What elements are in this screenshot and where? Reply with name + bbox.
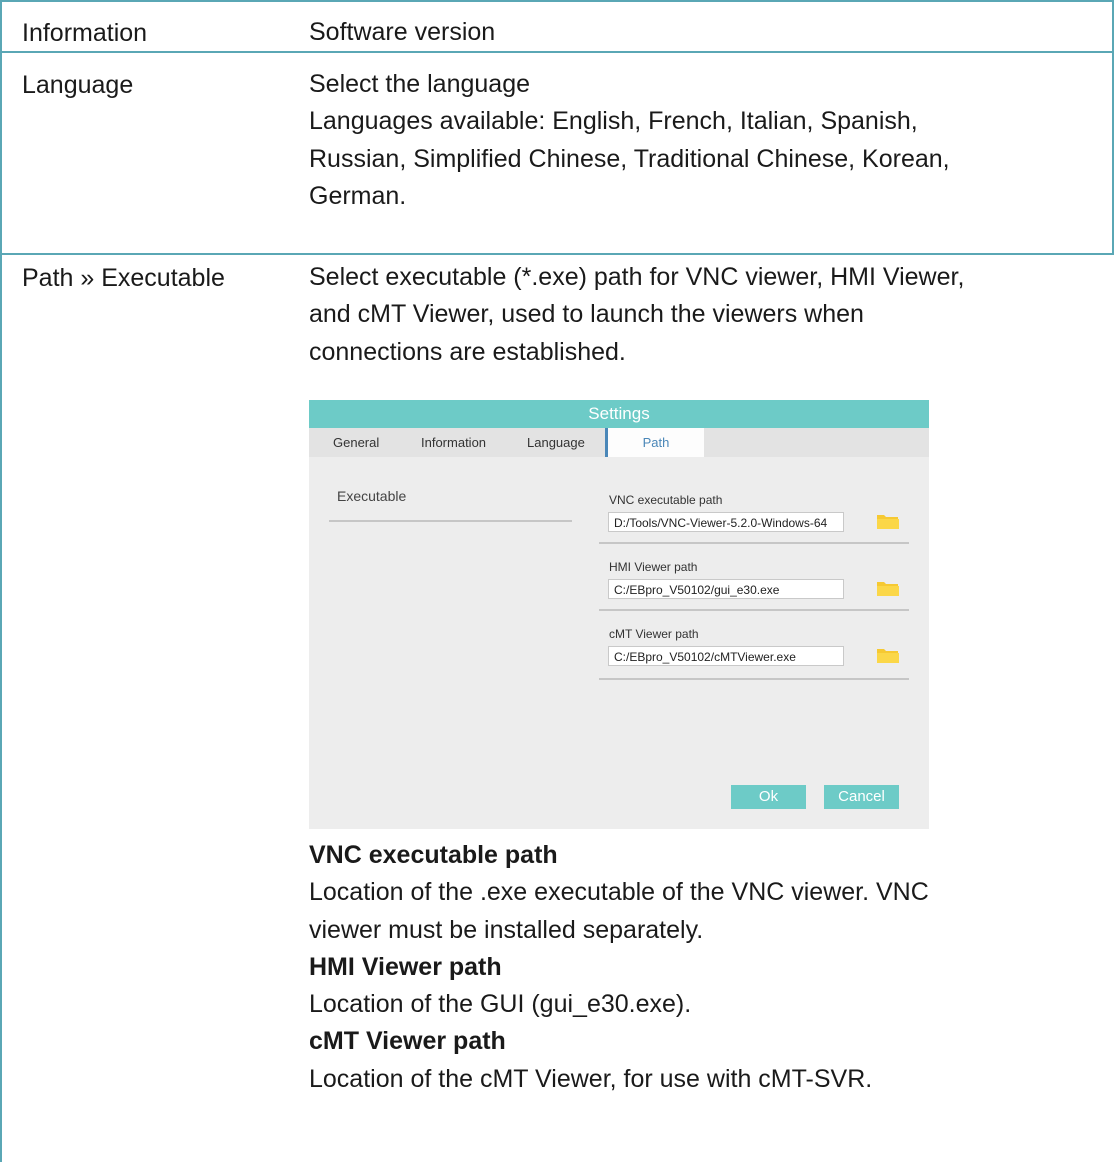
table-border-left [0, 0, 2, 1162]
tab-language[interactable]: Language [527, 428, 585, 457]
vnc-path-input[interactable]: D:/Tools/VNC-Viewer-5.2.0-Windows-64 [608, 512, 844, 532]
text-line: Location of the .exe executable of the V… [309, 878, 929, 907]
hmi-path-label: HMI Viewer path [609, 560, 698, 574]
field-divider [599, 542, 909, 544]
dialog-tab-bar: General Information Language Path [309, 428, 929, 457]
text-line: Software version [309, 18, 496, 46]
dialog-title: Settings [309, 400, 929, 428]
detail-heading-vnc: VNC executable path [309, 841, 558, 869]
tab-path[interactable]: Path [605, 428, 704, 457]
table-row-divider [0, 51, 1114, 53]
tab-information[interactable]: Information [421, 428, 486, 457]
settings-reference-table: Information Software version Language Se… [0, 0, 1114, 1162]
folder-icon[interactable] [876, 579, 900, 598]
text-line: Select the language [309, 70, 531, 98]
table-row-divider [0, 253, 1114, 255]
folder-icon[interactable] [876, 646, 900, 665]
vnc-path-label: VNC executable path [609, 493, 723, 507]
text-line: Location of the cMT Viewer, for use with… [309, 1064, 873, 1093]
text-line: Location of the GUI (gui_e30.exe). [309, 990, 692, 1019]
row-label-path-executable: Path » Executable [22, 264, 225, 292]
section-divider [329, 520, 572, 522]
tab-general[interactable]: General [333, 428, 379, 457]
ok-button[interactable]: Ok [731, 785, 806, 809]
text-line: Select executable (*.exe) path for VNC v… [309, 263, 965, 291]
cancel-button[interactable]: Cancel [824, 785, 899, 809]
cmt-path-input[interactable]: C:/EBpro_V50102/cMTViewer.exe [608, 646, 844, 666]
text-line: connections are established. [309, 337, 626, 366]
row-label-language: Language [22, 71, 134, 99]
detail-heading-cmt: cMT Viewer path [309, 1027, 506, 1056]
section-title-executable: Executable [337, 488, 407, 504]
row-text-path-executable: Select executable (*.exe) path for VNC v… [309, 259, 1099, 371]
row-text-information: Software version [309, 14, 1099, 51]
folder-icon[interactable] [876, 512, 900, 531]
settings-dialog: Settings General Information Language Pa… [309, 400, 929, 829]
row-text-language: Select the language Languages available:… [309, 66, 1099, 215]
text-line: and cMT Viewer, used to launch the viewe… [309, 300, 864, 329]
text-line: German. [309, 181, 407, 210]
path-details: VNC executable path Location of the .exe… [309, 837, 1099, 1098]
detail-heading-hmi: HMI Viewer path [309, 952, 502, 981]
field-divider [599, 678, 909, 680]
cmt-path-label: cMT Viewer path [609, 627, 699, 641]
text-line: Languages available: English, French, It… [309, 107, 918, 136]
row-label-information: Information [22, 19, 148, 47]
text-line: Russian, Simplified Chinese, Traditional… [309, 144, 950, 173]
hmi-path-input[interactable]: C:/EBpro_V50102/gui_e30.exe [608, 579, 844, 599]
text-line: viewer must be installed separately. [309, 915, 704, 944]
table-border-top [0, 0, 1114, 2]
field-divider [599, 609, 909, 611]
